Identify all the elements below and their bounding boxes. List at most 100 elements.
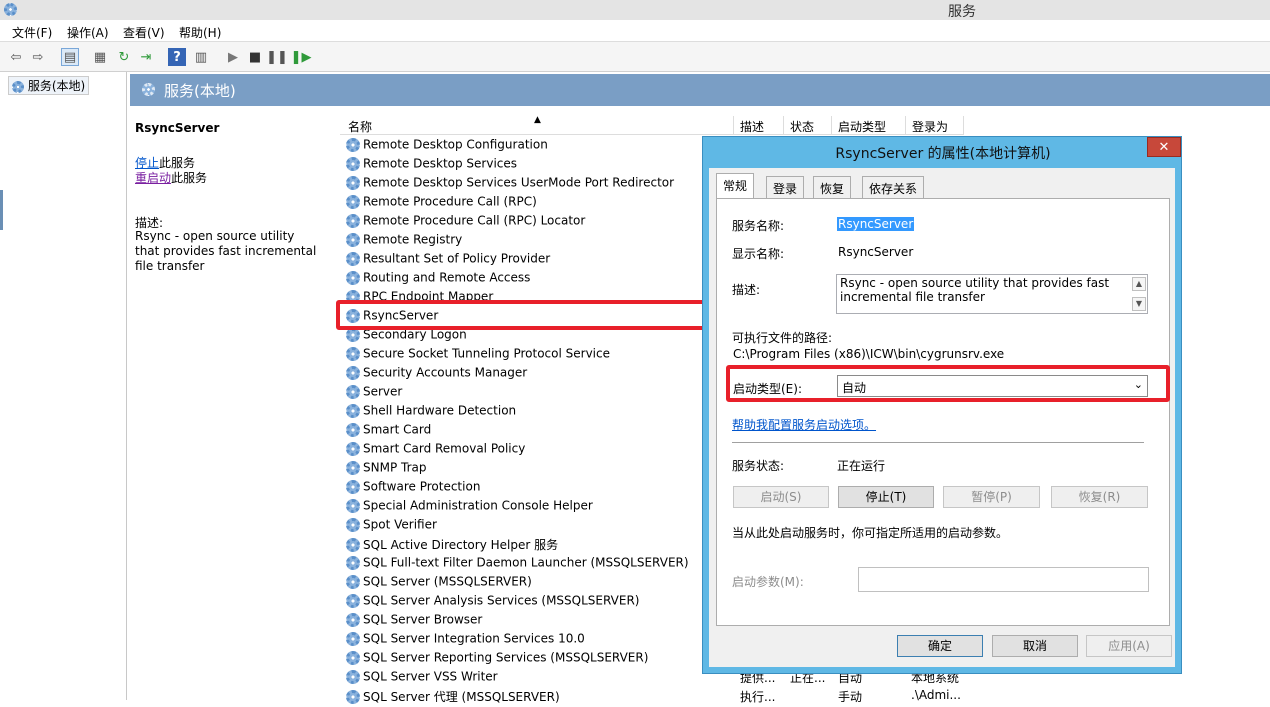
service-gear-icon [346,403,360,418]
start-service-icon[interactable]: ▶ [224,48,242,66]
help-icon[interactable]: ? [168,48,186,66]
service-row[interactable]: SQL Server VSS Writer [346,669,498,688]
tab-general[interactable]: 常规 [716,173,755,199]
restart-link[interactable]: 重启动 [135,171,171,185]
service-row[interactable]: SQL Full-text Filter Daemon Launcher (MS… [346,555,689,574]
tab-dependencies[interactable]: 依存关系 [862,176,925,198]
list-header: 名称 ▲ 描述 状态 启动类型 登录为 [340,115,964,135]
service-row[interactable]: Resultant Set of Policy Provider [346,251,550,270]
service-row[interactable]: Security Accounts Manager [346,365,527,384]
restart-service-action: 重启动此服务 [135,171,208,185]
col-status[interactable]: 状态 [790,118,814,135]
service-row[interactable]: Routing and Remote Access [346,270,530,289]
scroll-up-icon[interactable]: ▲ [1132,277,1146,291]
service-gear-icon [346,194,360,209]
dialog-title: RsyncServer 的属性(本地计算机) [835,146,1051,162]
col-name[interactable]: 名称 [348,118,372,135]
menu-help[interactable]: 帮助(H) [179,24,221,41]
service-row[interactable]: Server [346,384,402,403]
left-edge-indicator [0,190,3,230]
service-gear-icon [346,498,360,513]
stop-service-icon[interactable]: ■ [246,48,264,66]
back-arrow-icon[interactable]: ⇦ [7,48,25,66]
service-row[interactable]: Secure Socket Tunneling Protocol Service [346,346,610,365]
service-row[interactable]: Software Protection [346,479,480,498]
tab-recovery[interactable]: 恢复 [813,176,852,198]
service-row[interactable]: Remote Registry [346,232,462,251]
help-startup-link[interactable]: 帮助我配置服务启动选项。 [732,416,876,433]
service-name-value[interactable]: RsyncServer [837,217,915,231]
service-row-name: Remote Desktop Configuration [363,137,548,152]
service-row[interactable]: Shell Hardware Detection [346,403,516,422]
service-row[interactable]: Spot Verifier [346,517,437,536]
service-row[interactable]: SQL Server Integration Services 10.0 [346,631,585,650]
apply-button[interactable]: 应用(A) [1086,635,1172,657]
ok-button[interactable]: 确定 [897,635,983,657]
tree-node-services-local[interactable]: 服务(本地) [8,76,90,95]
service-row-name: Software Protection [363,479,481,494]
service-row[interactable]: SQL Server 代理 (MSSQLSERVER) [346,688,560,707]
service-gear-icon [346,251,360,266]
close-icon[interactable]: ✕ [1147,137,1181,157]
service-row-name: Shell Hardware Detection [363,403,517,418]
service-row[interactable]: SQL Active Directory Helper 服务 [346,536,558,555]
service-row[interactable]: Remote Procedure Call (RPC) [346,194,537,213]
service-gear-icon [346,669,360,684]
cancel-button[interactable]: 取消 [992,635,1078,657]
service-row[interactable]: SQL Server Browser [346,612,482,631]
display-name-value[interactable]: RsyncServer [838,245,913,259]
service-row[interactable]: Special Administration Console Helper [346,498,593,517]
col-logon-as[interactable]: 登录为 [912,118,948,135]
service-row[interactable]: SQL Server Analysis Services (MSSQLSERVE… [346,593,640,612]
refresh-icon[interactable]: ↻ [115,48,133,66]
menu-action[interactable]: 操作(A) [67,24,109,41]
service-row[interactable]: SNMP Trap [346,460,426,479]
pause-button[interactable]: 暂停(P) [943,486,1040,508]
service-row[interactable]: SQL Server (MSSQLSERVER) [346,574,532,593]
service-row[interactable]: SQL Server Reporting Services (MSSQLSERV… [346,650,648,669]
service-gear-icon [346,346,360,361]
service-gear-icon [346,631,360,646]
resume-button[interactable]: 恢复(R) [1051,486,1148,508]
service-row-name: Server [363,384,403,399]
show-tree-icon[interactable]: ▤ [61,48,79,66]
restart-service-icon[interactable]: ❚▶ [291,48,312,66]
col-description[interactable]: 描述 [740,118,764,135]
service-row-name: SQL Active Directory Helper 服务 [363,538,559,552]
properties-list-icon[interactable]: ▦ [91,48,109,66]
panel-header-icon [142,83,155,96]
action-pane-icon[interactable]: ▥ [192,48,210,66]
tab-logon[interactable]: 登录 [766,176,805,198]
service-gear-icon [346,213,360,228]
service-row[interactable]: Remote Desktop Services [346,156,517,175]
highlight-rsync-row [336,300,708,330]
service-gear-icon [346,650,360,665]
service-gear-icon [346,555,360,570]
exe-path-value: C:\Program Files (x86)\ICW\bin\cygrunsrv… [733,347,1005,361]
stop-button[interactable]: 停止(T) [838,486,934,508]
export-list-icon[interactable]: ⇥ [137,48,155,66]
start-params-input[interactable] [858,567,1149,592]
service-row-name: Secure Socket Tunneling Protocol Service [363,346,610,361]
menu-view[interactable]: 查看(V) [123,24,165,41]
service-row[interactable]: Remote Procedure Call (RPC) Locator [346,213,585,232]
menu-file[interactable]: 文件(F) [12,24,52,41]
service-gear-icon [346,537,360,552]
title-bar: 服务 [0,0,1270,20]
start-button[interactable]: 启动(S) [733,486,829,508]
service-row[interactable]: Remote Desktop Configuration [346,137,548,156]
service-row[interactable]: Smart Card Removal Policy [346,441,525,460]
col-startup-type[interactable]: 启动类型 [838,118,886,135]
selected-service-name: RsyncServer [135,121,220,135]
scroll-down-icon[interactable]: ▼ [1132,297,1146,311]
description-textbox[interactable]: Rsync - open source utility that provide… [836,274,1148,314]
service-gear-icon [346,612,360,627]
pause-service-icon[interactable]: ❚❚ [266,48,288,66]
service-row-name: SQL Server Integration Services 10.0 [363,631,585,646]
service-row[interactable]: Remote Desktop Services UserMode Port Re… [346,175,674,194]
service-row-name: SQL Server Reporting Services (MSSQLSERV… [363,650,649,665]
forward-arrow-icon[interactable]: ⇨ [29,48,47,66]
stop-link[interactable]: 停止 [135,156,159,170]
service-row[interactable]: Smart Card [346,422,431,441]
service-status-label: 服务状态: [732,459,785,473]
